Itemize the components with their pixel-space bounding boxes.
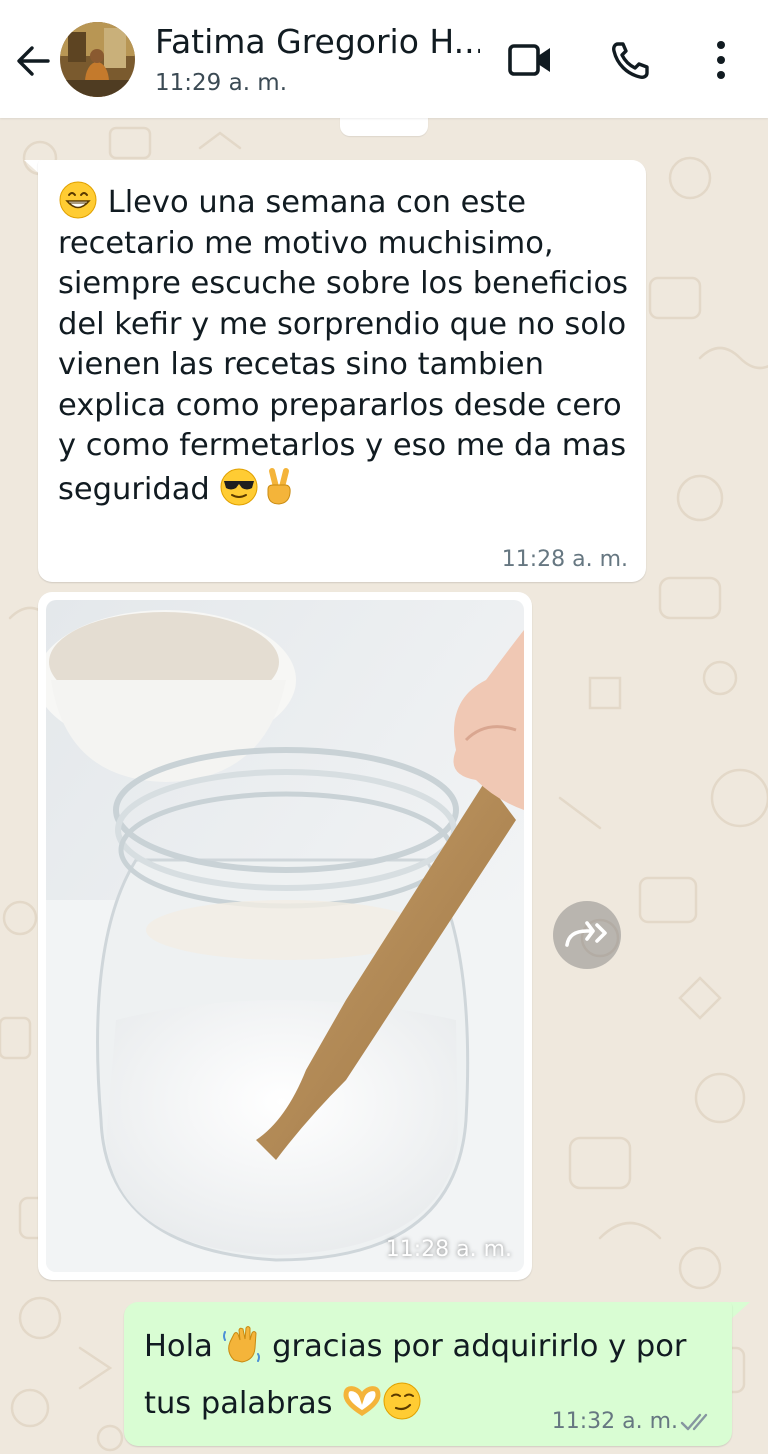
outgoing-message-bubble[interactable]: Hola gracias por adquirirlo y por tus pa… [124,1302,732,1446]
image-content [46,600,524,1272]
chat-header: Fatima Gregorio H... 11:29 a. m. [0,0,768,118]
waving-hand-emoji [223,1326,261,1363]
bubble-tail-outgoing [730,1302,750,1320]
forward-button[interactable] [553,901,621,969]
smirking-face-emoji [383,1382,421,1420]
avatar-photo [60,22,135,97]
message-timestamp: 11:32 a. m. [551,1409,678,1434]
more-options-icon[interactable] [697,38,745,82]
victory-hand-emoji [267,467,292,505]
contact-avatar[interactable] [60,22,135,97]
video-call-icon[interactable] [506,38,554,82]
incoming-message-bubble[interactable]: Llevo una semana con este recetario me m… [38,160,646,582]
message-text: Llevo una semana con este recetario me m… [58,180,638,510]
sunglasses-face-emoji [220,468,258,505]
message-text-body: Llevo una semana con este recetario me m… [58,185,629,507]
back-arrow-icon[interactable] [10,38,56,84]
last-seen-status: 11:29 a. m. [155,70,288,96]
contact-name[interactable]: Fatima Gregorio H... [155,22,480,61]
heart-hands-emoji [343,1386,381,1416]
message-text-hello: Hola [144,1329,223,1364]
incoming-image-bubble[interactable]: 11:28 a. m. [38,592,532,1280]
voice-call-icon[interactable] [608,38,656,82]
image-timestamp: 11:28 a. m. [385,1237,512,1262]
grinning-face-emoji [59,181,97,219]
forward-icon [565,921,607,947]
kefir-jar-photo[interactable] [46,600,524,1272]
message-timestamp: 11:28 a. m. [501,547,628,572]
double-check-icon [680,1413,708,1431]
